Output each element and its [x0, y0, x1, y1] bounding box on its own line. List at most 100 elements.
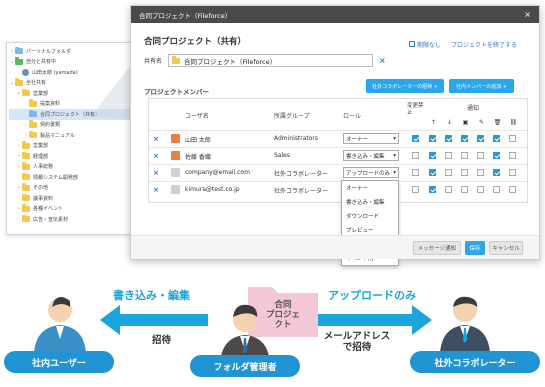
notify-checkbox[interactable] [461, 186, 468, 193]
expiry-link[interactable]: 期限なし [408, 40, 441, 49]
member-group: 社外コラボレーター [274, 188, 329, 195]
caret-down-icon: ▾ [393, 169, 396, 176]
tree-item[interactable]: › 各種イベント [9, 204, 131, 215]
folder-icon [15, 57, 23, 65]
notify-checkbox[interactable] [429, 186, 436, 193]
message-notify-button[interactable]: メッセージ通知 [413, 241, 461, 255]
notify-checkbox[interactable] [493, 152, 500, 159]
folder-label: 合同 プロジェクト [265, 300, 300, 330]
notify-column-icon: ↑ [430, 119, 437, 126]
notify-checkbox[interactable] [493, 135, 500, 142]
notify-column-icon: ⛓ [509, 119, 518, 126]
member-name: 山田 太郎 [185, 137, 211, 144]
notify-checkbox[interactable] [461, 135, 468, 142]
folder-icon [22, 88, 30, 97]
notify-column-icon: ↓ [446, 119, 453, 126]
notify-checkbox[interactable] [445, 152, 452, 159]
role-option[interactable]: オーナー [342, 181, 398, 195]
tree-item-label: 全社共有 [26, 80, 47, 87]
notify-checkbox[interactable] [493, 169, 500, 176]
notify-checkbox[interactable] [429, 169, 436, 176]
tree-item-label: 広告・宣伝素材 [33, 216, 69, 223]
share-name-input[interactable]: 合同プロジェクト（Fileforce） [168, 54, 374, 67]
notify-checkbox[interactable] [493, 186, 500, 193]
notify-checkbox[interactable] [461, 169, 468, 176]
remove-member-icon[interactable]: × [153, 152, 159, 160]
close-icon[interactable]: × [524, 10, 531, 19]
remove-member-icon[interactable]: × [153, 135, 159, 143]
tree-item[interactable]: › パーソナルフォルダ [9, 46, 131, 57]
notify-checkbox[interactable] [445, 186, 452, 193]
notify-checkbox[interactable] [461, 152, 468, 159]
tree-item[interactable]: › 人事総務 [9, 162, 131, 173]
invite-external-button[interactable]: 社外コラボレーターの招待 + [366, 79, 444, 93]
folder-icon [15, 46, 23, 55]
folder-icon [22, 162, 30, 170]
member-group: Sales [274, 152, 290, 159]
notify-checkbox[interactable] [429, 135, 436, 142]
right-arrow-label: アップロードのみ [328, 289, 416, 302]
tree-item[interactable]: › 契約書類 [9, 120, 131, 131]
folder-icon [29, 99, 37, 107]
notify-checkbox[interactable] [445, 135, 452, 142]
change-ban-checkbox[interactable] [412, 135, 419, 142]
change-ban-checkbox[interactable] [412, 152, 419, 159]
notify-checkbox[interactable] [509, 169, 516, 176]
remove-member-icon[interactable]: × [153, 169, 159, 177]
tree-item-label: 製品マニュアル [40, 132, 75, 139]
notify-checkbox[interactable] [477, 135, 484, 142]
internal-user-pill: 社内ユーザー [4, 351, 114, 373]
tree-item[interactable]: ⌄ 全社共有 [9, 78, 131, 89]
role-select[interactable]: 書き込み・編集 ▾ [343, 150, 399, 161]
sharing-illustration: 合同 プロジェクト 書き込み・編集 アップロードのみ 招待 メールアドレス で招… [0, 265, 545, 387]
folder-icon [22, 183, 30, 191]
folder-icon [29, 130, 37, 139]
member-name: 佐藤 香織 [185, 154, 211, 161]
tree-item-label: 提案資料 [40, 101, 61, 108]
folder-icon [15, 78, 23, 86]
role-select[interactable]: アップロードのみ ▾ [343, 167, 399, 178]
tree-item[interactable]: › 製品マニュアル [9, 130, 131, 141]
role-select[interactable]: オーナー ▾ [343, 133, 399, 144]
notify-checkbox[interactable] [509, 135, 516, 142]
remove-member-icon[interactable]: × [153, 186, 159, 194]
notify-checkbox[interactable] [477, 169, 484, 176]
external-collaborator-pill: 社外コラボレーター [410, 351, 540, 373]
notify-checkbox[interactable] [509, 152, 516, 159]
cancel-button[interactable]: キャンセル [489, 241, 523, 255]
folder-icon [29, 120, 37, 128]
top-links: 期限なし プロジェクトを終了する [408, 40, 517, 49]
tree-item-label: その他 [33, 185, 49, 192]
left-arrow-icon [100, 305, 208, 335]
clear-name-icon[interactable]: × [379, 56, 386, 65]
tree-item[interactable]: ⌄ 自分と共有中 [9, 57, 131, 68]
tree-item[interactable]: 議事資料 [9, 193, 131, 204]
tree-item[interactable]: 情報システム開発部 [9, 172, 131, 183]
tree-item[interactable]: › 営業部 [9, 141, 131, 152]
end-project-link[interactable]: プロジェクトを終了する [451, 40, 517, 49]
folder-icon [22, 204, 30, 212]
tree-item-label: 各種イベント [33, 206, 64, 213]
role-option[interactable]: 書き込み・編集 [342, 195, 398, 209]
role-option[interactable]: ダウンロード [342, 209, 398, 223]
notify-checkbox[interactable] [509, 186, 516, 193]
tree-item-label: 情報システム開発部 [33, 174, 78, 181]
tree-item[interactable]: 広告・宣伝素材 [9, 214, 131, 225]
notify-checkbox[interactable] [477, 152, 484, 159]
tree-item[interactable]: › 経理部 [9, 151, 131, 162]
notify-checkbox[interactable] [477, 186, 484, 193]
change-ban-checkbox[interactable] [412, 186, 419, 193]
notify-checkbox[interactable] [445, 169, 452, 176]
lock-icon [408, 41, 415, 47]
tree-item[interactable]: 山田太郎 (yamada) [9, 67, 131, 78]
tree-item-label: 営業部 [33, 90, 49, 97]
avatar [171, 134, 180, 143]
notify-checkbox[interactable] [429, 152, 436, 159]
save-button[interactable]: 保存 [465, 241, 485, 255]
change-ban-checkbox[interactable] [412, 169, 419, 176]
share-name-row: 共有名 合同プロジェクト（Fileforce） × [144, 54, 386, 67]
add-internal-button[interactable]: 社内メンバーの追加 + [449, 79, 514, 93]
table-row: × kimura@test.co.jp 社外コラボレーター [149, 181, 527, 197]
tree-item[interactable]: › その他 [9, 183, 131, 194]
user-icon [22, 68, 29, 76]
